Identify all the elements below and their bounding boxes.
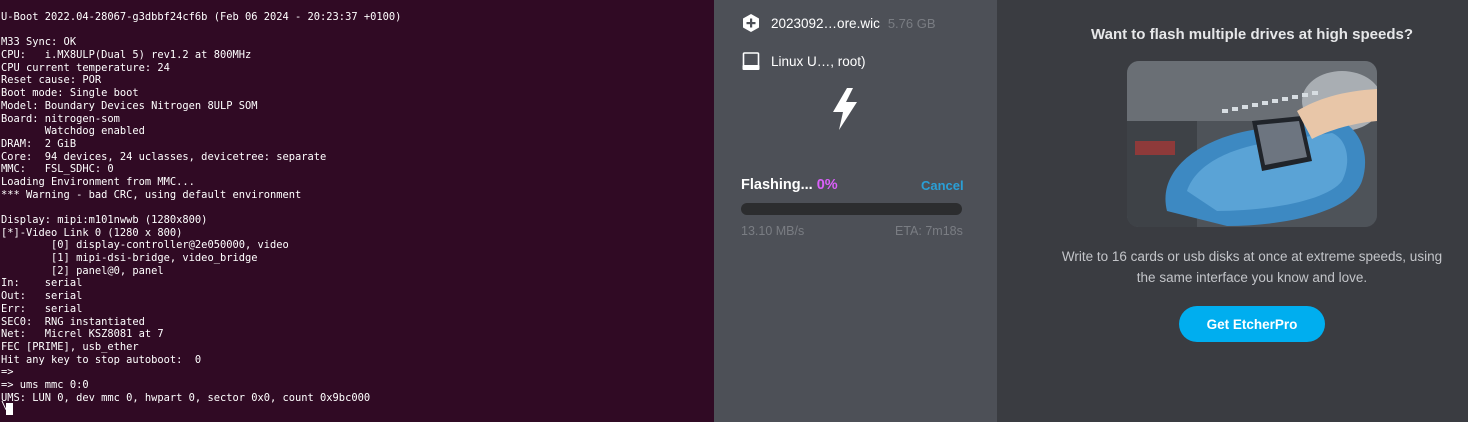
flasher-panel: 2023092…ore.wic 5.76 GB Linux U…, root) … (714, 0, 997, 422)
terminal-line: FEC [PRIME], usb_ether (1, 340, 139, 353)
terminal-line: CPU current temperature: 24 (1, 61, 170, 74)
flashing-status: Flashing... 0% (741, 177, 838, 193)
flash-eta: ETA: 7m18s (895, 224, 963, 238)
image-size: 5.76 GB (887, 15, 936, 31)
image-name: 2023092…ore.wic (771, 15, 880, 31)
get-etcherpro-button[interactable]: Get EtcherPro (1179, 306, 1325, 342)
terminal-cursor (6, 403, 13, 415)
selected-image[interactable]: 2023092…ore.wic 5.76 GB (741, 13, 936, 33)
terminal-line: Display: mipi:m101nwwb (1280x800) (1, 214, 208, 226)
lightning-bolt-icon (831, 88, 859, 135)
terminal-line: SEC0: RNG instantiated (1, 315, 145, 328)
terminal-line: Net: Micrel KSZ8081 at 7 (1, 328, 164, 341)
promo-title: Want to flash multiple drives at high sp… (1091, 26, 1413, 43)
terminal-line: DRAM: 2 GiB (1, 137, 77, 150)
terminal-line: Err: serial (1, 302, 83, 315)
terminal-line: Boot mode: Single boot (1, 87, 139, 100)
terminal-line: UMS: LUN 0, dev mmc 0, hwpart 0, sector … (1, 391, 371, 404)
terminal-line: Model: Boundary Devices Nitrogen 8ULP SO… (1, 99, 258, 112)
promo-panel: Want to flash multiple drives at high sp… (997, 0, 1468, 422)
terminal-line: *** Warning - bad CRC, using default env… (1, 188, 302, 201)
flashing-label: Flashing... (741, 177, 813, 193)
terminal-line: => ums mmc 0:0 (1, 378, 89, 391)
flashing-percent: 0% (816, 177, 838, 193)
terminal-line: Core: 94 devices, 24 uclasses, devicetre… (1, 150, 327, 163)
cancel-button[interactable]: Cancel (921, 178, 964, 193)
progress-bar (741, 203, 962, 215)
terminal-line: [1] mipi-dsi-bridge, video_bridge (1, 252, 258, 265)
terminal-line: Hit any key to stop autoboot: 0 (1, 353, 202, 366)
terminal-line: M33 Sync: OK (1, 36, 77, 49)
terminal-line: Out: serial (1, 290, 83, 303)
drive-name: Linux U…, root) (771, 53, 866, 69)
promo-description: Write to 16 cards or usb disks at once a… (1061, 249, 1443, 285)
terminal-line: In: serial (1, 277, 83, 290)
terminal-line: U-Boot 2022.04-28067-g3dbbf24cf6b (Feb 0… (1, 11, 402, 23)
flash-speed: 13.10 MB/s (741, 224, 805, 238)
etcherpro-device-image (1127, 61, 1377, 227)
terminal-line: => (1, 366, 14, 379)
terminal-output: U-Boot 2022.04-28067-g3dbbf24cf6b (Feb 0… (1, 11, 401, 404)
terminal-line: Loading Environment from MMC... (1, 175, 195, 188)
terminal-line: Board: nitrogen-som (1, 112, 120, 125)
plus-hexagon-icon (741, 13, 761, 33)
terminal-line: [*]-Video Link 0 (1280 x 800) (1, 226, 183, 239)
terminal-window[interactable]: U-Boot 2022.04-28067-g3dbbf24cf6b (Feb 0… (0, 0, 714, 422)
terminal-line: [2] panel@0, panel (1, 264, 164, 277)
terminal-line: Reset cause: POR (1, 74, 102, 87)
terminal-line: [0] display-controller@2e050000, video (1, 239, 289, 252)
terminal-line: Watchdog enabled (1, 125, 145, 138)
terminal-line: MMC: FSL_SDHC: 0 (1, 163, 114, 176)
selected-drive[interactable]: Linux U…, root) (741, 51, 866, 71)
drive-icon (741, 51, 761, 71)
terminal-line: CPU: i.MX8ULP(Dual 5) rev1.2 at 800MHz (1, 49, 252, 62)
